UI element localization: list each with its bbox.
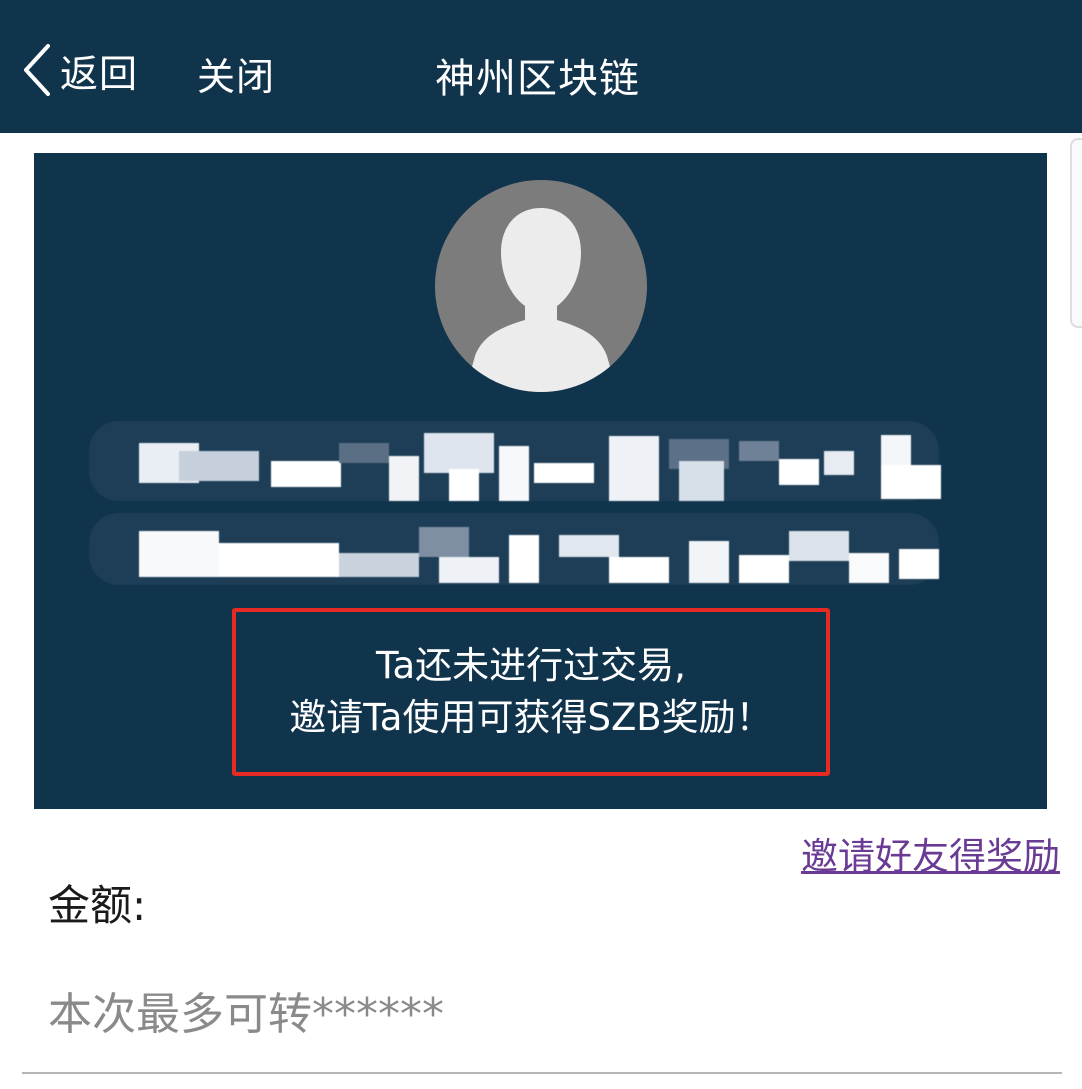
amount-label: 金额: bbox=[48, 881, 147, 930]
scrollbar[interactable] bbox=[1070, 138, 1082, 328]
invite-friends-link[interactable]: 邀请好友得奖励 bbox=[801, 826, 1060, 880]
notice-line-2: 邀请Ta使用可获得SZB奖励！ bbox=[289, 696, 773, 739]
user-silhouette-icon bbox=[465, 208, 617, 392]
avatar bbox=[435, 180, 647, 392]
notice-line-1: Ta还未进行过交易, bbox=[376, 644, 686, 687]
close-button[interactable]: 关闭 bbox=[197, 46, 275, 101]
page-title: 神州区块链 bbox=[435, 56, 640, 102]
amount-input[interactable] bbox=[22, 956, 1062, 1074]
back-label: 返回 bbox=[60, 51, 139, 96]
recipient-card: Ta还未进行过交易, 邀请Ta使用可获得SZB奖励！ bbox=[34, 153, 1047, 809]
top-navigation-bar: 返回 关闭 神州区块链 bbox=[0, 0, 1082, 133]
redacted-address bbox=[89, 513, 939, 585]
back-button[interactable]: 返回 bbox=[20, 40, 138, 100]
chevron-left-icon bbox=[24, 44, 50, 96]
redacted-name bbox=[89, 421, 941, 501]
no-transaction-notice: Ta还未进行过交易, 邀请Ta使用可获得SZB奖励！ bbox=[232, 608, 830, 776]
